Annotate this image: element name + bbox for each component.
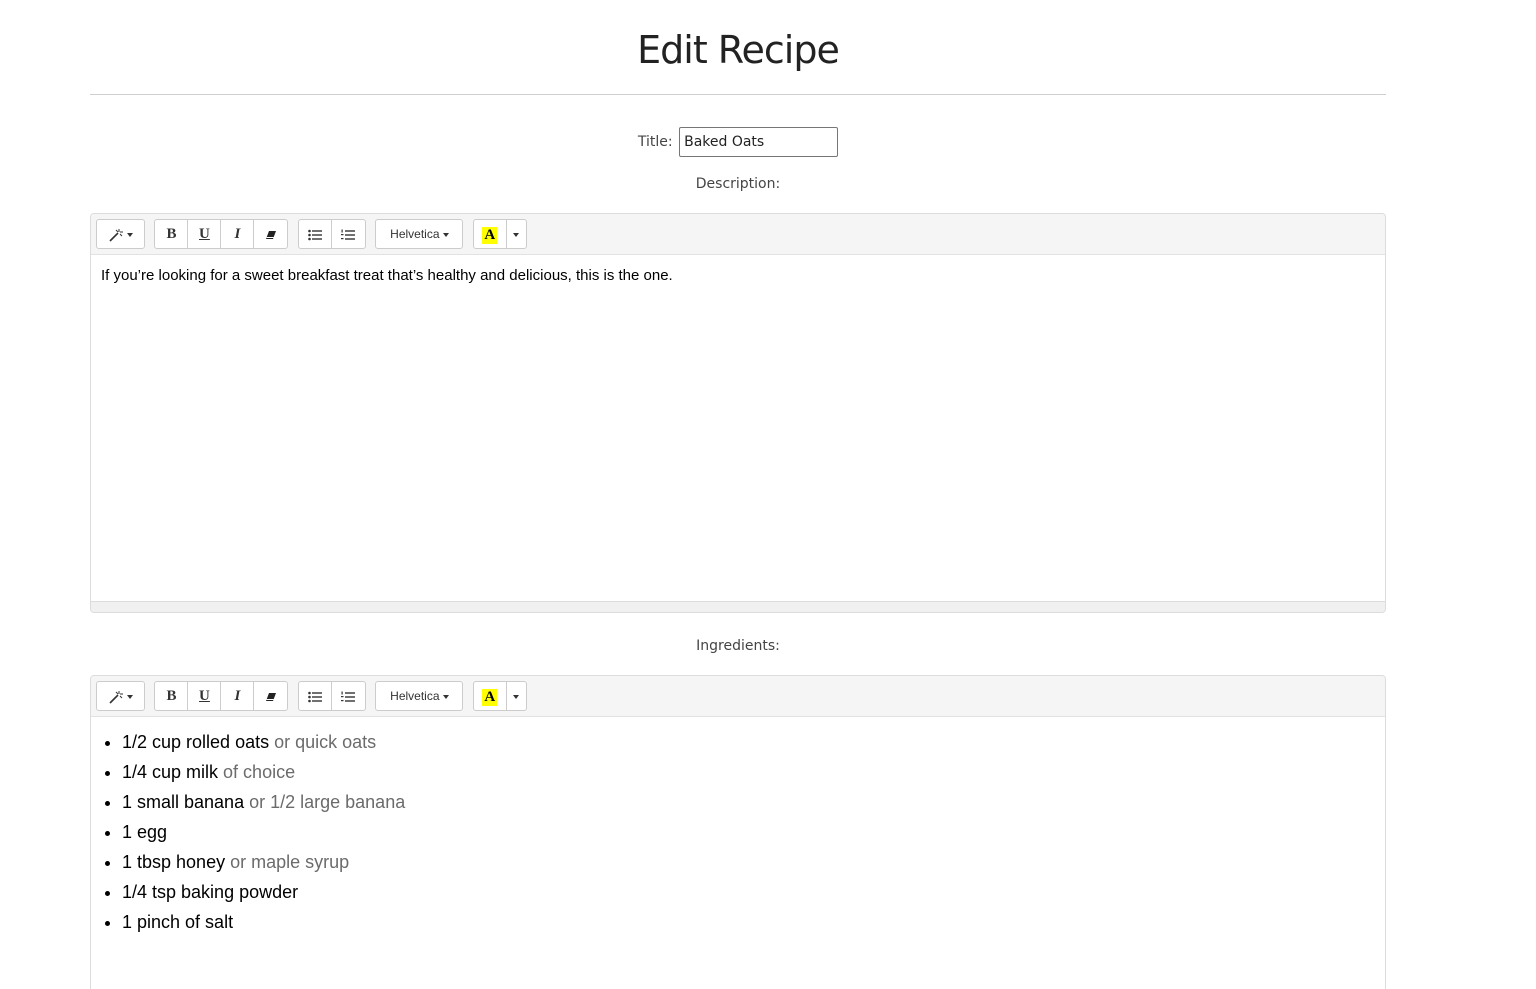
editor-resize-bar[interactable] [91, 601, 1385, 612]
style-group [96, 219, 145, 249]
unordered-list-button[interactable] [299, 220, 332, 248]
ingredients-list: 1/2 cup rolled oats or quick oats 1/4 cu… [101, 727, 1375, 937]
list-item: 1 tbsp honey or maple syrup [122, 847, 1375, 877]
font-family-dropdown[interactable]: Helvetica [376, 682, 462, 710]
ingredients-content[interactable]: 1/2 cup rolled oats or quick oats 1/4 cu… [91, 717, 1385, 947]
magic-wand-icon [109, 229, 123, 242]
ordered-list-button[interactable] [332, 220, 365, 248]
list-group [297, 681, 366, 711]
description-text: If you’re looking for a sweet breakfast … [101, 267, 673, 284]
bold-button[interactable]: B [155, 682, 189, 710]
bold-button[interactable]: B [155, 220, 189, 248]
list-item: 1/4 cup milk of choice [122, 757, 1375, 787]
font-family-dropdown[interactable]: Helvetica [376, 220, 462, 248]
clear-format-button[interactable] [254, 682, 287, 710]
chevron-down-icon [513, 695, 520, 700]
ingredients-label: Ingredients: [696, 638, 780, 654]
font-family-value: Helvetica [390, 689, 440, 703]
color-group: A [472, 681, 527, 711]
unordered-list-icon [308, 691, 322, 703]
chevron-down-icon [442, 232, 449, 237]
unordered-list-icon [308, 229, 322, 241]
list-item: 1 egg [122, 817, 1375, 847]
underline-button[interactable]: U [188, 682, 222, 710]
style-dropdown-button[interactable] [97, 682, 144, 710]
font-family-value: Helvetica [390, 227, 440, 241]
text-color-icon: A [482, 688, 498, 706]
ingredients-toolbar: B U I Helvetica A [91, 676, 1385, 717]
chevron-down-icon [442, 694, 449, 699]
list-item: 1 small banana or 1/2 large banana [122, 787, 1375, 817]
italic-button[interactable]: I [221, 220, 255, 248]
text-color-icon: A [482, 226, 498, 244]
chevron-down-icon [513, 233, 520, 238]
unordered-list-button[interactable] [299, 682, 332, 710]
font-group: Helvetica [375, 681, 464, 711]
title-divider [90, 94, 1386, 95]
list-item: 1 pinch of salt [122, 907, 1375, 937]
chevron-down-icon [127, 233, 133, 238]
list-group [297, 219, 366, 249]
description-label: Description: [695, 176, 781, 192]
ordered-list-icon [341, 691, 356, 702]
color-dropdown-button[interactable] [507, 220, 526, 248]
style-group [96, 681, 145, 711]
page-title: Edit Recipe [637, 28, 840, 72]
eraser-icon [265, 231, 276, 240]
list-item: 1/4 tsp baking powder [122, 877, 1375, 907]
italic-button[interactable]: I [221, 682, 255, 710]
color-dropdown-button[interactable] [507, 682, 526, 710]
ingredients-editor: B U I Helvetica A • 1/2 cup rolled oats … [90, 675, 1386, 989]
underline-button[interactable]: U [188, 220, 222, 248]
color-group: A [472, 219, 527, 249]
edit-recipe-page: Edit Recipe Title: Description: [0, 0, 1536, 989]
description-content[interactable]: If you’re looking for a sweet breakfast … [91, 255, 1385, 297]
title-input[interactable] [679, 127, 839, 157]
title-label: Title: [637, 134, 673, 150]
eraser-icon [265, 693, 276, 702]
clear-format-button[interactable] [254, 220, 287, 248]
description-toolbar: B U I Helvetica A [91, 214, 1385, 255]
format-group: B U I [154, 681, 289, 711]
text-color-button[interactable]: A [474, 220, 507, 248]
style-dropdown-button[interactable] [97, 220, 144, 248]
ordered-list-button[interactable] [332, 682, 365, 710]
chevron-down-icon [127, 695, 133, 700]
magic-wand-icon [109, 691, 123, 704]
format-group: B U I [154, 219, 289, 249]
description-editor: B U I Helvetica A If you’re looking for … [90, 213, 1386, 613]
title-row: Title: [90, 127, 1386, 157]
font-group: Helvetica [375, 219, 464, 249]
ordered-list-icon [341, 229, 356, 240]
text-color-button[interactable]: A [474, 682, 507, 710]
list-item: 1/2 cup rolled oats or quick oats [122, 727, 1375, 757]
